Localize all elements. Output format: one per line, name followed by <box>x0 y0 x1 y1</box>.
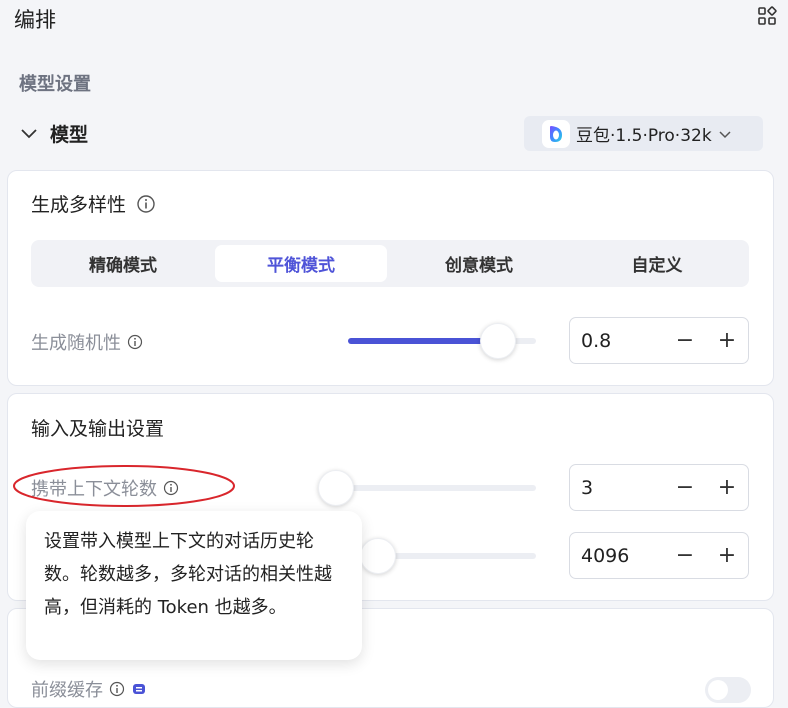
randomness-label-group: 生成随机性 <box>31 329 143 355</box>
increment-button[interactable]: + <box>706 543 748 568</box>
model-name: 豆包·1.5·Pro·32k <box>576 126 712 146</box>
annotation-ellipse <box>13 465 235 507</box>
info-icon[interactable] <box>136 194 156 214</box>
decrement-button[interactable]: − <box>664 328 706 353</box>
mode-tab-custom[interactable]: 自定义 <box>571 245 743 282</box>
model-label: 模型 <box>50 123 89 146</box>
info-icon[interactable] <box>127 334 143 350</box>
prefix-cache-toggle[interactable] <box>705 677 751 703</box>
increment-button[interactable]: + <box>706 475 748 500</box>
context-rounds-value[interactable]: 3 <box>570 477 664 499</box>
prefix-cache-label: 前缀缓存 <box>31 680 103 701</box>
chevron-down-icon <box>21 129 37 139</box>
randomness-stepper: 0.8 − + <box>569 317 749 364</box>
decrement-button[interactable]: − <box>664 475 706 500</box>
chevron-down-icon <box>719 130 731 138</box>
increment-button[interactable]: + <box>706 328 748 353</box>
slider-handle[interactable] <box>318 470 354 506</box>
max-tokens-value[interactable]: 4096 <box>570 545 664 567</box>
slider-fill <box>348 338 499 344</box>
badge-icon <box>133 684 145 694</box>
context-rounds-tooltip: 设置带入模型上下文的对话历史轮数。轮数越多，多轮对话的相关性越高，但消耗的 To… <box>26 511 362 660</box>
randomness-label: 生成随机性 <box>31 333 121 354</box>
io-settings-title: 输入及输出设置 <box>31 418 165 440</box>
randomness-value[interactable]: 0.8 <box>570 330 664 352</box>
context-rounds-slider[interactable] <box>318 470 536 506</box>
mode-tab-creative[interactable]: 创意模式 <box>393 245 565 282</box>
info-icon[interactable] <box>109 681 125 697</box>
mode-tab-balanced[interactable]: 平衡模式 <box>215 245 387 282</box>
toggle-knob <box>708 680 728 700</box>
mode-tab-precise[interactable]: 精确模式 <box>37 245 209 282</box>
prefix-cache-label-group: 前缀缓存 <box>31 676 147 702</box>
slider-handle[interactable] <box>359 538 396 574</box>
model-collapse-toggle[interactable]: 模型 <box>18 119 88 147</box>
layout-grid-icon[interactable] <box>757 6 777 26</box>
max-tokens-stepper: 4096 − + <box>569 532 749 579</box>
doubao-logo-icon <box>542 119 570 148</box>
diversity-title: 生成多样性 <box>31 194 127 216</box>
diversity-header: 生成多样性 <box>31 190 156 217</box>
section-title-model-settings: 模型设置 <box>19 74 91 95</box>
decrement-button[interactable]: − <box>664 543 706 568</box>
randomness-slider[interactable] <box>348 323 536 359</box>
model-select[interactable]: 豆包·1.5·Pro·32k <box>524 116 763 151</box>
diversity-mode-tabs: 精确模式 平衡模式 创意模式 自定义 <box>31 240 749 287</box>
page-title: 编排 <box>14 8 56 32</box>
context-rounds-stepper: 3 − + <box>569 464 749 511</box>
